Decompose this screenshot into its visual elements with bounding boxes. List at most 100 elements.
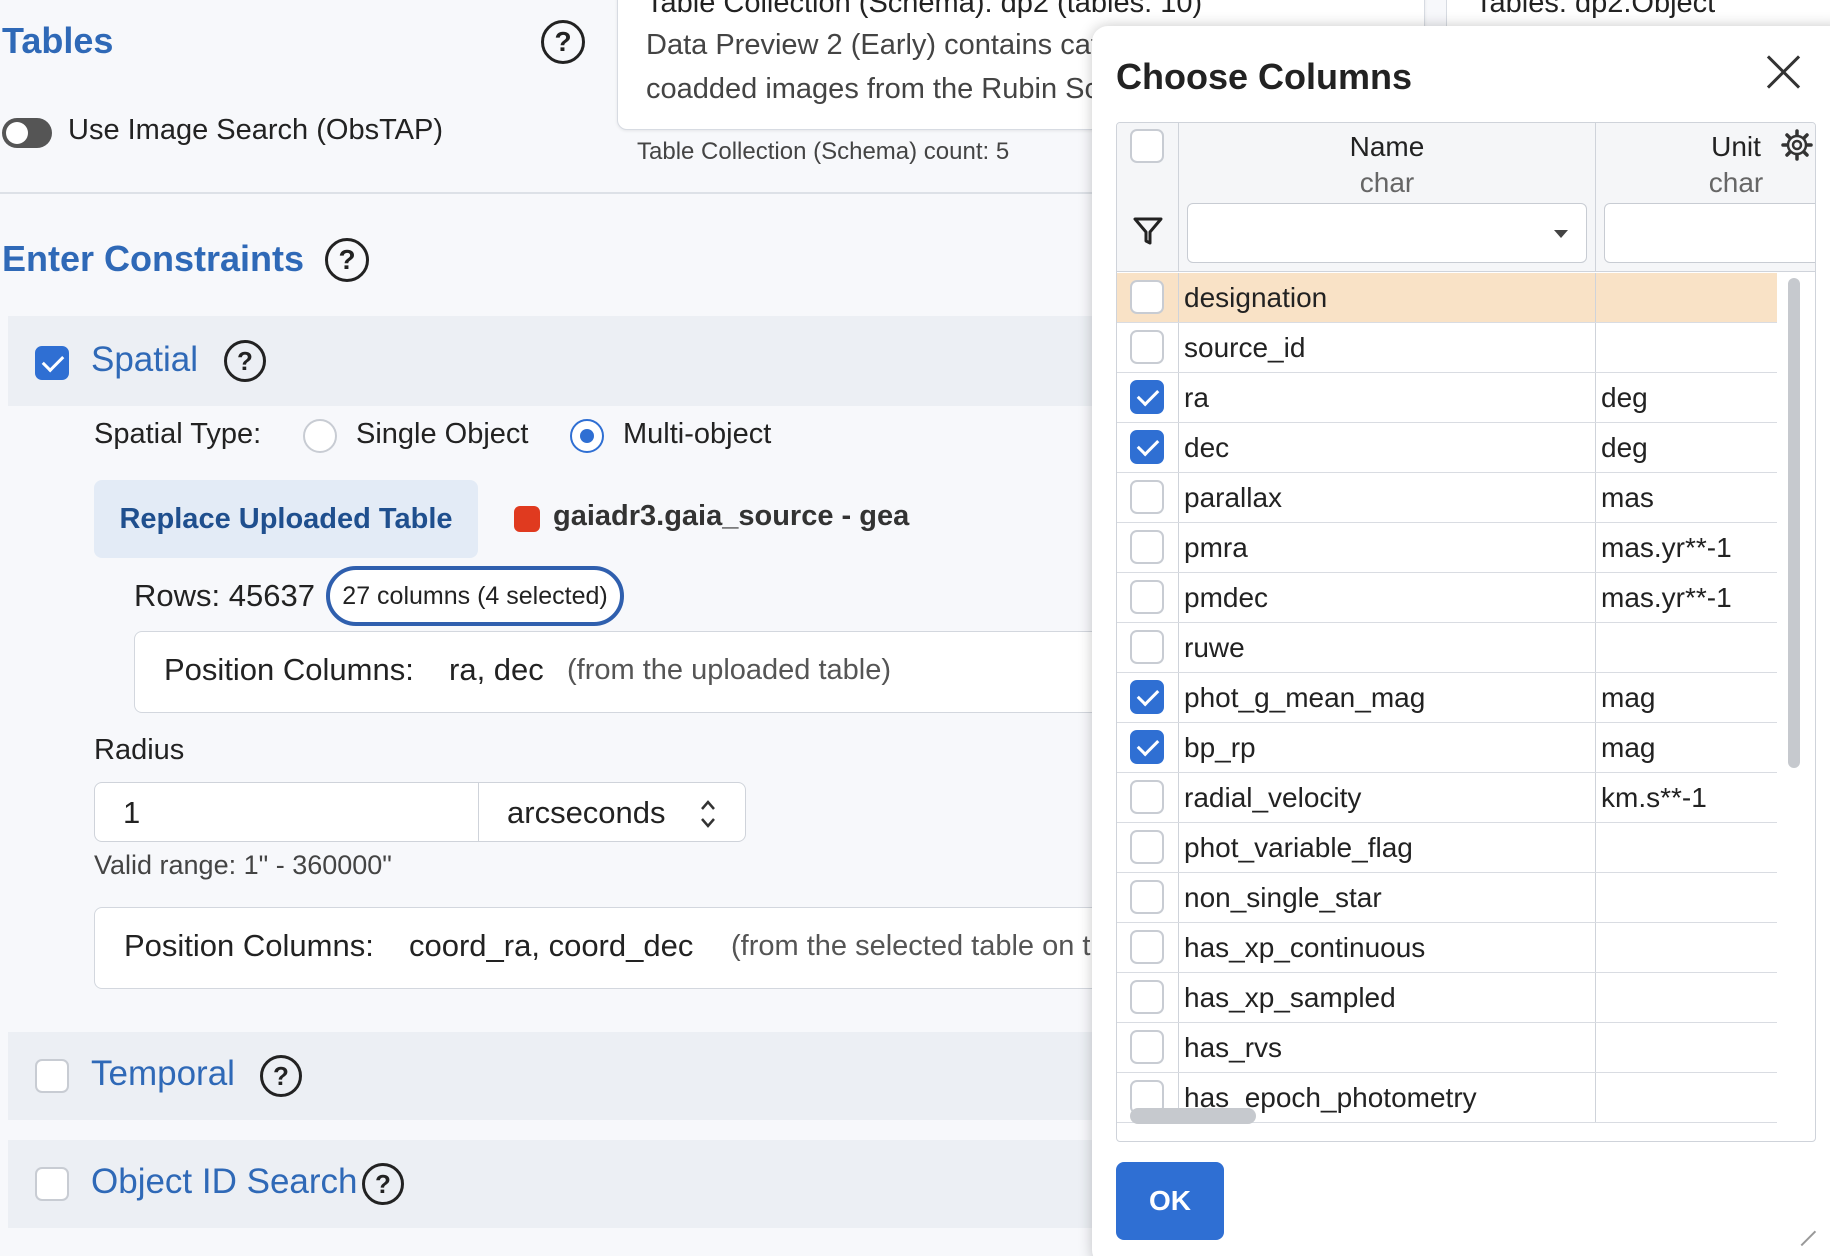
cell-divider — [1595, 623, 1596, 672]
dialog-title: Choose Columns — [1116, 56, 1413, 97]
cell-name: radial_velocity — [1184, 782, 1362, 813]
table-row[interactable]: radial_velocity km.s**-1 — [1117, 773, 1777, 823]
tables-card-text: Tables: dp2.Object — [1475, 0, 1716, 19]
columns-table: Name char Unit char designation source_i… — [1116, 122, 1816, 1142]
row-checkbox[interactable] — [1130, 630, 1164, 664]
multi-object-radio[interactable] — [570, 419, 604, 453]
object-id-checkbox[interactable] — [35, 1167, 69, 1201]
cell-divider — [1595, 823, 1596, 872]
constraints-help-icon[interactable]: ? — [325, 238, 369, 282]
table-row[interactable]: ruwe — [1117, 623, 1777, 673]
row-checkbox[interactable] — [1130, 730, 1164, 764]
cell-unit: mag — [1601, 682, 1656, 713]
position-columns-label: Position Columns: — [164, 652, 414, 687]
row-checkbox[interactable] — [1130, 780, 1164, 814]
select-all-checkbox[interactable] — [1130, 129, 1164, 163]
table-row[interactable]: phot_variable_flag — [1117, 823, 1777, 873]
table-row[interactable]: has_xp_sampled — [1117, 973, 1777, 1023]
object-id-help-icon[interactable]: ? — [362, 1163, 404, 1205]
horizontal-scrollbar[interactable] — [1130, 1108, 1256, 1124]
table-row[interactable]: bp_rp mag — [1117, 723, 1777, 773]
row-checkbox[interactable] — [1130, 330, 1164, 364]
spatial-checkbox[interactable] — [35, 346, 69, 380]
divider — [0, 192, 1100, 194]
name-column-type: char — [1359, 167, 1415, 198]
cell-divider — [1595, 373, 1596, 422]
single-object-label[interactable]: Single Object — [356, 418, 529, 451]
cell-name: phot_g_mean_mag — [1184, 682, 1426, 713]
cell-divider — [1595, 573, 1596, 622]
table-row[interactable]: source_id — [1117, 323, 1777, 373]
row-checkbox[interactable] — [1130, 480, 1164, 514]
row-checkbox[interactable] — [1130, 1030, 1164, 1064]
spatial-label[interactable]: Spatial — [91, 340, 198, 380]
table-row[interactable]: pmdec mas.yr**-1 — [1117, 573, 1777, 623]
chevron-down-icon — [1554, 230, 1568, 238]
table-row[interactable]: dec deg — [1117, 423, 1777, 473]
position-columns-box-2: Position Columns: coord_ra, coord_dec (f… — [94, 907, 1134, 989]
cell-name: phot_variable_flag — [1184, 832, 1413, 863]
temporal-label[interactable]: Temporal — [91, 1054, 235, 1094]
name-filter-select[interactable] — [1187, 203, 1587, 263]
cell-divider — [1595, 723, 1596, 772]
name-column-header[interactable]: Name — [1179, 131, 1595, 163]
image-search-toggle[interactable] — [2, 118, 52, 148]
row-checkbox[interactable] — [1130, 530, 1164, 564]
filter-icon[interactable] — [1132, 215, 1164, 247]
radius-field: 1 arcseconds — [94, 782, 746, 842]
row-checkbox[interactable] — [1130, 280, 1164, 314]
ok-button[interactable]: OK — [1116, 1162, 1224, 1240]
table-row[interactable]: has_rvs — [1117, 1023, 1777, 1073]
cell-divider — [1178, 823, 1179, 872]
cell-name: pmdec — [1184, 582, 1269, 613]
row-checkbox[interactable] — [1130, 380, 1164, 414]
radius-unit-select[interactable]: arcseconds — [507, 795, 666, 831]
close-icon[interactable] — [1764, 52, 1804, 92]
cell-divider — [1178, 273, 1179, 322]
cell-divider — [1178, 423, 1179, 472]
tables-help-icon[interactable]: ? — [541, 20, 585, 64]
cell-divider — [1178, 473, 1179, 522]
columns-selected-pill[interactable]: 27 columns (4 selected) — [326, 566, 624, 626]
object-id-label[interactable]: Object ID Search — [91, 1162, 358, 1202]
spatial-help-icon[interactable]: ? — [224, 340, 266, 382]
cell-divider — [1595, 423, 1596, 472]
table-row[interactable]: has_xp_continuous — [1117, 923, 1777, 973]
multi-object-label[interactable]: Multi-object — [623, 418, 771, 451]
cell-divider — [1178, 973, 1179, 1022]
cell-name: parallax — [1184, 482, 1283, 513]
resize-handle[interactable] — [1787, 1217, 1817, 1247]
table-row[interactable]: designation — [1117, 273, 1777, 323]
cell-unit: mas.yr**-1 — [1601, 582, 1732, 613]
collection-desc-line2: coadded images from the Rubin Sci — [646, 73, 1106, 105]
vertical-scrollbar[interactable] — [1788, 278, 1800, 768]
cell-name: bp_rp — [1184, 732, 1256, 763]
gear-icon[interactable] — [1781, 129, 1813, 161]
uploaded-table-name: gaiadr3.gaia_source - gea — [553, 500, 910, 532]
table-row[interactable]: ra deg — [1117, 373, 1777, 423]
single-object-radio[interactable] — [303, 419, 337, 453]
rows-count: Rows: 45637 — [134, 578, 315, 613]
table-row[interactable]: phot_g_mean_mag mag — [1117, 673, 1777, 723]
row-checkbox[interactable] — [1130, 580, 1164, 614]
row-checkbox[interactable] — [1130, 430, 1164, 464]
row-checkbox[interactable] — [1130, 680, 1164, 714]
cell-divider — [1178, 623, 1179, 672]
table-row[interactable]: pmra mas.yr**-1 — [1117, 523, 1777, 573]
cell-divider — [1178, 873, 1179, 922]
row-checkbox[interactable] — [1130, 980, 1164, 1014]
temporal-checkbox[interactable] — [35, 1059, 69, 1093]
cell-name: designation — [1184, 282, 1328, 313]
unit-filter-input[interactable] — [1604, 203, 1815, 263]
table-row[interactable]: parallax mas — [1117, 473, 1777, 523]
row-checkbox[interactable] — [1130, 830, 1164, 864]
cell-name: source_id — [1184, 332, 1306, 363]
temporal-help-icon[interactable]: ? — [260, 1055, 302, 1097]
radius-input[interactable]: 1 — [123, 795, 140, 831]
replace-uploaded-table-button[interactable]: Replace Uploaded Table — [94, 480, 478, 558]
cell-unit: mas.yr**-1 — [1601, 532, 1732, 563]
row-checkbox[interactable] — [1130, 880, 1164, 914]
table-row[interactable]: non_single_star — [1117, 873, 1777, 923]
row-checkbox[interactable] — [1130, 930, 1164, 964]
choose-columns-dialog: Choose Columns Name char Unit char desig… — [1092, 26, 1830, 1256]
